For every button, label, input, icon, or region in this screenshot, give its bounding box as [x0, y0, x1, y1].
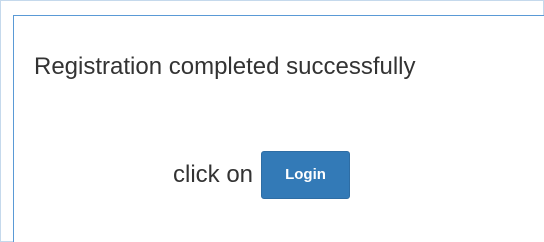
login-action-row: click on Login	[173, 151, 351, 199]
registration-result-panel: Registration completed successfully clic…	[13, 15, 544, 242]
page-frame: Registration completed successfully clic…	[0, 0, 544, 242]
click-on-text: click on	[173, 161, 254, 188]
success-message: Registration completed successfully	[34, 53, 416, 80]
login-button[interactable]: Login	[261, 151, 351, 199]
